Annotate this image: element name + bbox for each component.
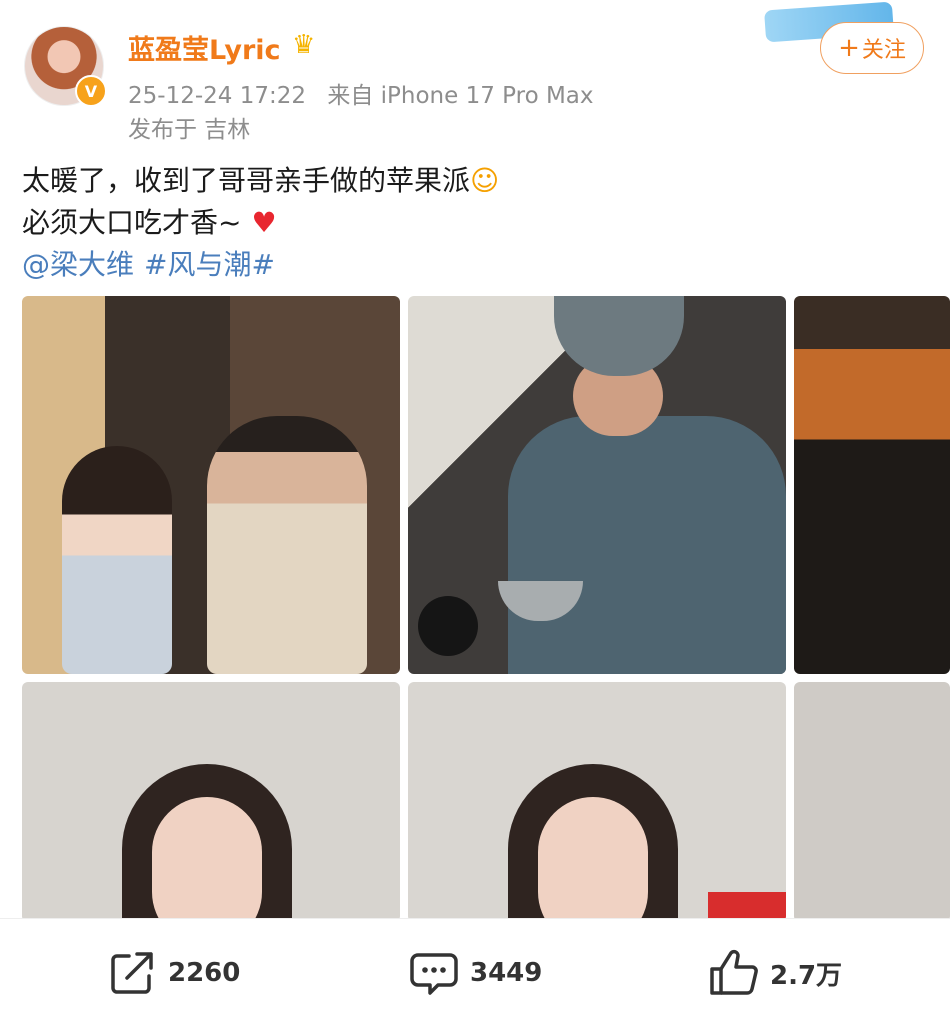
post-photo-5[interactable] xyxy=(408,682,786,918)
like-count: 2.7万 xyxy=(770,960,843,991)
mention-link[interactable]: @梁大维 xyxy=(22,248,134,281)
follow-button[interactable]: + 关注 xyxy=(820,22,924,74)
action-bar: 2260 3449 2.7万 xyxy=(0,918,950,1029)
post-photo-6[interactable] xyxy=(794,682,950,918)
follow-label: 关注 xyxy=(861,38,906,63)
post-line-2: 必须大口吃才香~ ♥ xyxy=(22,202,499,244)
like-button[interactable]: 2.7万 xyxy=(708,947,842,999)
post-text-line2: 必须大口吃才香~ xyxy=(22,206,242,239)
photo-object xyxy=(708,892,786,918)
post-photo-4[interactable] xyxy=(22,682,400,918)
photo-figure xyxy=(62,446,172,674)
post-header: V 蓝盈莹Lyric ♛ 25-12-24 17:22 来自 iPhone 17… xyxy=(0,0,950,150)
share-button[interactable]: 2260 xyxy=(106,947,240,999)
post-location: 发布于 吉林 xyxy=(128,117,251,143)
author-name[interactable]: 蓝盈莹Lyric xyxy=(128,28,281,67)
verified-v-icon: V xyxy=(75,75,107,107)
crown-icon: ♛ xyxy=(292,30,316,60)
photo-grid xyxy=(22,296,950,918)
post-photo-2[interactable] xyxy=(408,296,786,674)
comment-icon xyxy=(408,947,460,999)
post-links: @梁大维 #风与潮# xyxy=(22,244,499,286)
thumbs-up-icon xyxy=(708,947,760,999)
photo-figure xyxy=(554,296,684,376)
photo-figure xyxy=(508,416,786,674)
red-heart-emoji-icon: ♥ xyxy=(251,206,277,239)
photo-object xyxy=(418,596,478,656)
post-line-1: 太暖了，收到了哥哥亲手做的苹果派☺ xyxy=(22,160,499,202)
photo-figure xyxy=(538,797,648,918)
post-photo-3[interactable] xyxy=(794,296,950,674)
share-count: 2260 xyxy=(168,958,241,988)
post-meta: 25-12-24 17:22 来自 iPhone 17 Pro Max xyxy=(128,76,608,110)
post-source: 来自 iPhone 17 Pro Max xyxy=(327,83,594,109)
photo-figure xyxy=(207,416,367,674)
comment-count: 3449 xyxy=(470,958,543,988)
share-icon xyxy=(106,947,158,999)
photo-figure xyxy=(152,797,262,918)
hashtag-link[interactable]: #风与潮# xyxy=(144,248,275,281)
post-body: 太暖了，收到了哥哥亲手做的苹果派☺ 必须大口吃才香~ ♥ @梁大维 #风与潮# xyxy=(22,160,499,286)
post-photo-1[interactable] xyxy=(22,296,400,674)
post-timestamp: 25-12-24 17:22 xyxy=(128,83,306,109)
post-text-line1: 太暖了，收到了哥哥亲手做的苹果派 xyxy=(22,164,471,197)
smiling-face-emoji-icon: ☺ xyxy=(470,164,500,197)
plus-icon: + xyxy=(838,33,860,63)
comment-button[interactable]: 3449 xyxy=(408,947,542,999)
